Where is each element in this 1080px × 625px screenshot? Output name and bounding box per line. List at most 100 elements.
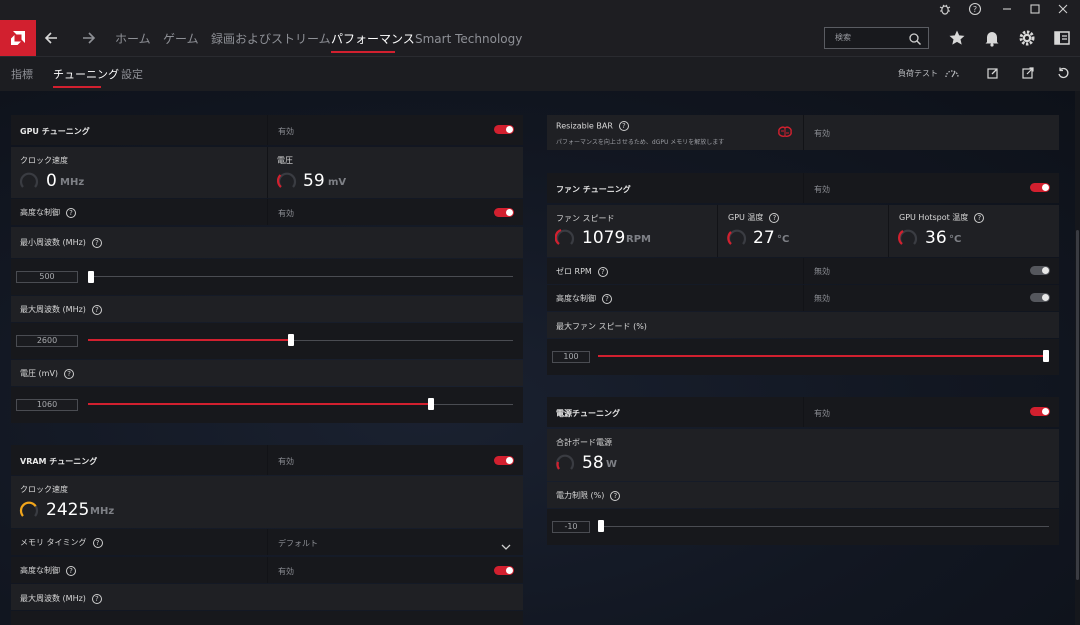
help-icon[interactable]: ?: [66, 565, 76, 576]
gpu-temp-gauge: [727, 229, 747, 245]
help-icon[interactable]: ?: [66, 207, 76, 218]
zero-rpm-toggle[interactable]: [1030, 266, 1050, 275]
gpu-temp-text: GPU 温度: [728, 213, 764, 222]
bug-report-icon[interactable]: [937, 2, 953, 18]
help-icon[interactable]: ?: [610, 490, 621, 501]
min-freq-input[interactable]: 500: [16, 271, 78, 283]
subtab-metrics[interactable]: 指標: [11, 66, 33, 82]
max-freq-input[interactable]: 2600: [16, 335, 78, 347]
voltage-mv-row: [11, 360, 523, 386]
scrollbar-thumb[interactable]: [1076, 230, 1079, 580]
fan-advanced-status: 無効: [814, 294, 830, 303]
settings-gear-icon[interactable]: [1017, 28, 1037, 48]
resizable-bar-title: Resizable BAR?: [556, 121, 629, 131]
gpu-voltage-gauge: [277, 172, 297, 188]
power-limit-input[interactable]: -10: [552, 521, 590, 533]
min-freq-slider-thumb[interactable]: [88, 271, 94, 283]
max-fan-speed-slider-thumb[interactable]: [1043, 350, 1049, 362]
svg-text:?: ?: [973, 5, 977, 14]
max-fan-speed-fill: [598, 355, 1049, 357]
power-limit-row: [547, 482, 1059, 508]
voltage-mv-slider-thumb[interactable]: [428, 398, 434, 410]
tab-home[interactable]: ホーム: [115, 29, 151, 49]
close-icon[interactable]: [1055, 2, 1071, 18]
help-icon[interactable]: ?: [602, 293, 612, 304]
power-tuning-toggle[interactable]: [1030, 407, 1050, 416]
edit-profile-icon[interactable]: [986, 65, 1000, 79]
amd-logo[interactable]: [0, 20, 36, 56]
vram-clock-label: クロック速度: [20, 485, 68, 494]
vram-tuning-status: 有効: [278, 457, 294, 466]
vram-advanced-toggle[interactable]: [494, 566, 514, 575]
vram-max-freq-text: 最大周波数 (MHz): [20, 594, 86, 603]
back-arrow-icon[interactable]: [42, 28, 62, 48]
help-icon[interactable]: ?: [769, 212, 780, 223]
max-freq-slider-thumb[interactable]: [288, 334, 294, 346]
subtab-tuning[interactable]: チューニング: [53, 66, 119, 82]
help-icon[interactable]: ?: [974, 212, 985, 223]
power-limit-slider-thumb[interactable]: [598, 520, 604, 532]
min-freq-track[interactable]: [88, 276, 513, 277]
help-icon[interactable]: ?: [91, 237, 102, 248]
help-icon[interactable]: ?: [618, 121, 629, 131]
power-limit-slider-row: [547, 509, 1059, 545]
hotspot-temp-text: GPU Hotspot 温度: [899, 213, 969, 222]
gpu-voltage-unit: mV: [328, 177, 347, 188]
speedometer-icon[interactable]: [944, 65, 959, 79]
maximize-icon[interactable]: [1027, 2, 1043, 18]
help-icon[interactable]: ?: [64, 368, 75, 379]
title-bar: [0, 0, 1080, 20]
reset-icon[interactable]: [1056, 65, 1070, 79]
memory-timing-select[interactable]: デフォルト: [278, 538, 318, 549]
gpu-advanced-label: 高度な制御?: [20, 207, 76, 218]
search-icon: [908, 31, 922, 45]
fan-speed-label: ファン スピード: [556, 214, 615, 223]
minimize-icon[interactable]: [999, 2, 1015, 18]
gpu-advanced-toggle[interactable]: [494, 208, 514, 217]
power-tuning-status: 有効: [814, 409, 830, 418]
fan-tuning-toggle[interactable]: [1030, 183, 1050, 192]
favorites-star-icon[interactable]: [947, 28, 967, 48]
notifications-bell-icon[interactable]: [982, 28, 1002, 48]
forward-arrow-icon[interactable]: [78, 28, 98, 48]
board-power-unit: W: [606, 459, 618, 470]
hotspot-temp-gauge: [898, 229, 918, 245]
board-power-row: [547, 429, 1059, 481]
tab-smart-technology[interactable]: Smart Technology: [415, 29, 522, 49]
voltage-mv-label: 電圧 (mV)?: [20, 368, 75, 379]
tab-gaming[interactable]: ゲーム: [163, 29, 199, 49]
stress-test-label[interactable]: 負荷テスト: [898, 68, 938, 79]
fan-speed-value: 1079: [582, 228, 626, 248]
gpu-clock-value: 0: [46, 171, 57, 191]
help-icon[interactable]: ?: [967, 2, 983, 18]
gpu-clock-unit: MHz: [60, 177, 85, 188]
zero-rpm-text: ゼロ RPM: [556, 267, 592, 276]
help-icon[interactable]: ?: [91, 304, 102, 315]
power-limit-text: 電力制限 (%): [556, 491, 605, 500]
sidebar-panel-icon[interactable]: [1052, 28, 1072, 48]
resizable-bar-description: パフォーマンスを向上させるため、dGPU メモリを解放します: [556, 139, 725, 146]
vram-advanced-status: 有効: [278, 567, 294, 576]
max-fan-speed-input[interactable]: 100: [552, 351, 590, 363]
power-tuning-title: 電源チューニング: [556, 409, 620, 418]
tab-record-stream[interactable]: 録画およびストリーム: [211, 29, 331, 49]
gpu-tuning-toggle[interactable]: [494, 125, 514, 134]
memory-timing-text: メモリ タイミング: [20, 538, 87, 547]
export-icon[interactable]: [1021, 65, 1035, 79]
voltage-mv-text: 電圧 (mV): [20, 369, 59, 378]
help-icon[interactable]: ?: [597, 266, 608, 277]
zero-rpm-label: ゼロ RPM?: [556, 266, 608, 277]
power-limit-track[interactable]: [598, 526, 1049, 527]
vram-tuning-toggle[interactable]: [494, 456, 514, 465]
hotspot-temp-unit: °C: [949, 234, 962, 245]
tab-performance[interactable]: パフォーマンス: [331, 29, 415, 49]
memory-timing-label: メモリ タイミング?: [20, 537, 103, 548]
search-input[interactable]: 検索: [824, 27, 929, 49]
help-icon[interactable]: ?: [91, 593, 102, 604]
chevron-down-icon[interactable]: [500, 537, 512, 550]
fan-advanced-toggle[interactable]: [1030, 293, 1050, 302]
subtab-settings[interactable]: 設定: [121, 66, 143, 82]
help-icon[interactable]: ?: [92, 537, 103, 548]
max-freq-fill: [88, 339, 288, 341]
voltage-mv-input[interactable]: 1060: [16, 399, 78, 411]
